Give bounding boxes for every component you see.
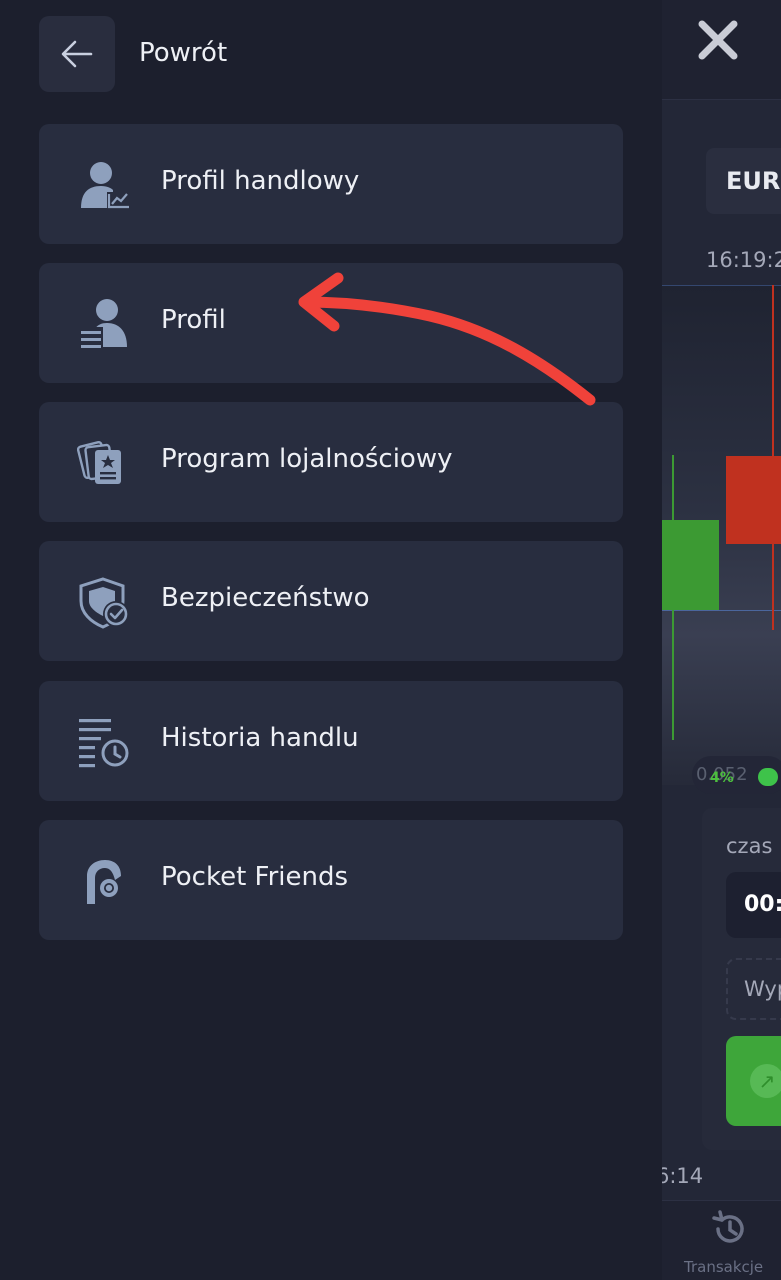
- back-label[interactable]: Powrót: [139, 38, 227, 68]
- menu-item-loyalty-program[interactable]: Program lojalnościowy: [39, 402, 623, 522]
- menu-item-trade-history[interactable]: Historia handlu: [39, 681, 623, 801]
- arrow-left-icon: [61, 40, 93, 68]
- percent-toggle[interactable]: [758, 768, 778, 786]
- loyalty-cards-icon: [77, 441, 121, 484]
- currency-pair-selector[interactable]: EUR: [706, 148, 781, 214]
- payout-field[interactable]: Wyp: [726, 958, 781, 1020]
- buy-up-button[interactable]: ↗: [726, 1036, 781, 1126]
- candle-up: [662, 520, 719, 610]
- trade-history-icon: [79, 719, 129, 768]
- history-icon[interactable]: [710, 1210, 748, 1248]
- top-bar: [662, 0, 781, 100]
- nav-transactions-label[interactable]: Transakcje: [684, 1258, 763, 1276]
- menu-item-label: Program lojalnościowy: [161, 444, 453, 474]
- menu-item-trading-profile[interactable]: Profil handlowy: [39, 124, 623, 244]
- time-label: czas: [726, 834, 773, 858]
- axis-time: 6:14: [662, 1164, 704, 1188]
- menu-item-pocket-friends[interactable]: Pocket Friends: [39, 820, 623, 940]
- menu-item-label: Bezpieczeństwo: [161, 583, 370, 613]
- arrow-up-right-icon: ↗: [750, 1064, 781, 1098]
- close-icon[interactable]: [696, 18, 740, 62]
- menu-item-label: Pocket Friends: [161, 862, 349, 892]
- percent-label: 4%: [710, 770, 734, 786]
- grid-line: [662, 285, 781, 286]
- menu-item-label: Profil handlowy: [161, 166, 360, 196]
- candle-down: [726, 456, 781, 544]
- back-button[interactable]: [39, 16, 115, 92]
- menu-item-security[interactable]: Bezpieczeństwo: [39, 541, 623, 661]
- time-input[interactable]: 00:: [726, 872, 781, 938]
- menu-item-label: Profil: [161, 305, 226, 335]
- side-drawer: Powrót Profil handlowy Profil Program lo…: [0, 0, 662, 1280]
- trading-profile-icon: [81, 162, 129, 209]
- trading-screen-background: EUR 16:19:2 0.052 4% czas 00: Wyp ↗ 6:14…: [662, 0, 781, 1280]
- price-line: [662, 610, 781, 611]
- menu-item-profile[interactable]: Profil: [39, 263, 623, 383]
- pocket-friends-icon: [87, 860, 121, 904]
- chart-time: 16:19:2: [706, 248, 781, 272]
- profile-icon: [79, 299, 127, 349]
- pair-label: EUR: [726, 167, 781, 195]
- menu-item-label: Historia handlu: [161, 723, 359, 753]
- shield-check-icon: [79, 577, 129, 629]
